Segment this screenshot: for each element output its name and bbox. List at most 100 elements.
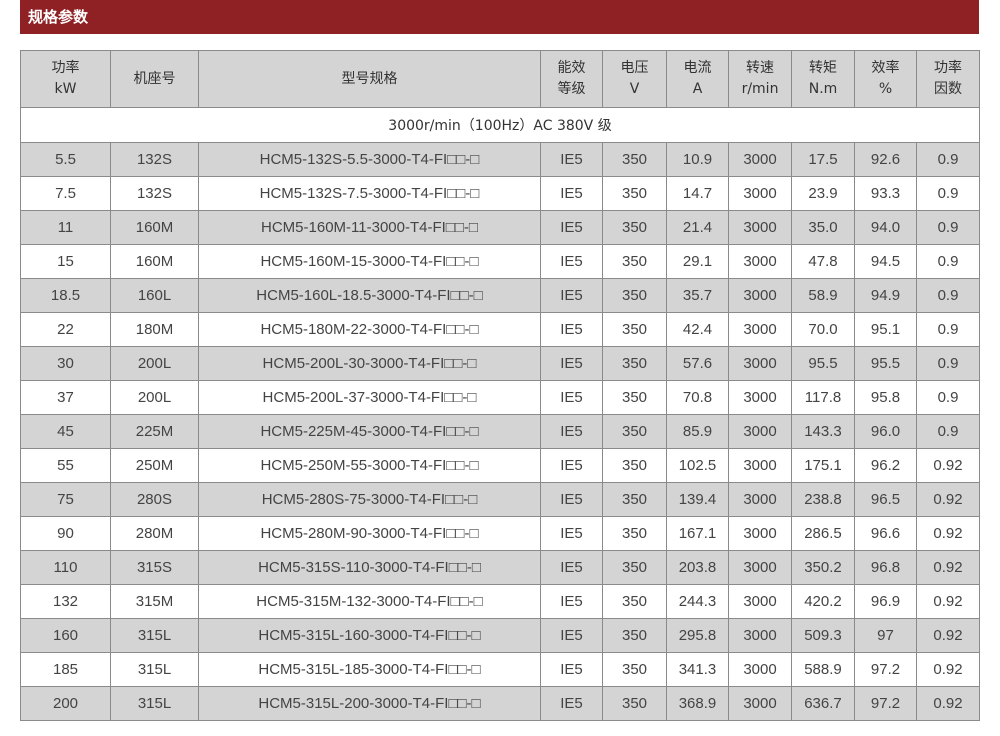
table-cell: 0.92 — [916, 584, 980, 619]
column-header: 能效 等级 — [540, 50, 603, 108]
table-cell: 420.2 — [791, 584, 855, 619]
table-cell: 350 — [602, 278, 667, 313]
table-cell: 250M — [110, 448, 199, 483]
table-cell: 57.6 — [666, 346, 729, 381]
table-cell: 350 — [602, 380, 667, 415]
table-cell: 225M — [110, 414, 199, 449]
table-cell: HCM5-315S-110-3000-T4-FI□□-□ — [198, 550, 541, 585]
table-cell: HCM5-315L-185-3000-T4-FI□□-□ — [198, 652, 541, 687]
header-row: 功率 kW 机座号 型号规格 能效 等级 电压 V 电流 A 转速 r/min 转矩 N.m 效率% 功率 因数 — [20, 50, 980, 108]
table-cell: 160 — [20, 618, 111, 653]
table-cell: IE5 — [540, 516, 603, 551]
table-cell: 93.3 — [854, 176, 917, 211]
table-cell: 45 — [20, 414, 111, 449]
table-cell: 509.3 — [791, 618, 855, 653]
table-row: 7.5 132S HCM5-132S-7.5-3000-T4-FI□□-□ IE5 35… — [20, 176, 980, 211]
table-cell: 280S — [110, 482, 199, 517]
table-cell: HCM5-315M-132-3000-T4-FI□□-□ — [198, 584, 541, 619]
table-row: 185 315L HCM5-315L-185-3000-T4-FI□□-□ IE5 35… — [20, 652, 980, 687]
table-cell: 0.9 — [916, 380, 980, 415]
table-cell: 97.2 — [854, 652, 917, 687]
column-header: 电压 V — [602, 50, 667, 108]
table-cell: 95.1 — [854, 312, 917, 347]
table-cell: 96.5 — [854, 482, 917, 517]
table-cell: 3000 — [728, 516, 792, 551]
table-cell: 3000 — [728, 380, 792, 415]
table-cell: 95.5 — [854, 346, 917, 381]
column-header-line: 型号规格 — [341, 70, 398, 87]
column-header: 效率% — [854, 50, 917, 108]
table-cell: 350 — [602, 618, 667, 653]
column-header-line: 等级 — [557, 81, 586, 97]
table-cell: 3000 — [728, 142, 792, 177]
table-cell: 350 — [602, 550, 667, 585]
table-cell: HCM5-280M-90-3000-T4-FI□□-□ — [198, 516, 541, 551]
table-cell: 132S — [110, 176, 199, 211]
table-cell: 30 — [20, 346, 111, 381]
table-cell: 295.8 — [666, 618, 729, 653]
table-cell: 315L — [110, 652, 199, 687]
table-cell: 95.8 — [854, 380, 917, 415]
table-cell: 3000 — [728, 584, 792, 619]
table-cell: 11 — [20, 210, 111, 245]
table-row: 5.5 132S HCM5-132S-5.5-3000-T4-FI□□-□ IE5 35… — [20, 142, 980, 177]
column-header-line: 转速 — [746, 60, 774, 76]
table-cell: 18.5 — [20, 278, 111, 313]
table-cell: 3000 — [728, 686, 792, 721]
table-cell: 110 — [20, 550, 111, 585]
table-cell: 350 — [602, 312, 667, 347]
table-cell: 3000 — [728, 618, 792, 653]
table-cell: 244.3 — [666, 584, 729, 619]
table-cell: 238.8 — [791, 482, 855, 517]
table-cell: 75 — [20, 482, 111, 517]
table-cell: 350 — [602, 686, 667, 721]
table-cell: 0.92 — [916, 618, 980, 653]
table-cell: 350 — [602, 142, 667, 177]
table-cell: 96.2 — [854, 448, 917, 483]
table-cell: 175.1 — [791, 448, 855, 483]
table-cell: 350 — [602, 210, 667, 245]
table-cell: 97 — [854, 618, 917, 653]
table-cell: 3000 — [728, 278, 792, 313]
table-row: 110 315S HCM5-315S-110-3000-T4-FI□□-□ IE5 35… — [20, 550, 980, 585]
table-cell: HCM5-132S-7.5-3000-T4-FI□□-□ — [198, 176, 541, 211]
table-cell: 3000 — [728, 652, 792, 687]
table-cell: 94.9 — [854, 278, 917, 313]
table-row: 11 160M HCM5-160M-11-3000-T4-FI□□-□ IE5 350 2… — [20, 210, 980, 245]
table-cell: 14.7 — [666, 176, 729, 211]
table-cell: 3000 — [728, 346, 792, 381]
table-cell: 200L — [110, 346, 199, 381]
column-header-line: 效率 — [871, 60, 900, 76]
table-cell: IE5 — [540, 210, 603, 245]
table-cell: 0.92 — [916, 652, 980, 687]
table-cell: 350 — [602, 652, 667, 687]
table-cell: 58.9 — [791, 278, 855, 313]
table-cell: 0.9 — [916, 312, 980, 347]
table-cell: HCM5-132S-5.5-3000-T4-FI□□-□ — [198, 142, 541, 177]
table-cell: 350 — [602, 244, 667, 279]
table-cell: 3000 — [728, 482, 792, 517]
table-cell: 315L — [110, 686, 199, 721]
table-cell: 315S — [110, 550, 199, 585]
column-header: 型号规格 — [198, 50, 541, 108]
table-cell: 0.9 — [916, 414, 980, 449]
table-cell: 96.6 — [854, 516, 917, 551]
table-cell: 350 — [602, 584, 667, 619]
table-cell: IE5 — [540, 618, 603, 653]
table-cell: 0.9 — [916, 176, 980, 211]
table-cell: 315M — [110, 584, 199, 619]
table-row: 30 200L HCM5-200L-30-3000-T4-FI□□-□ IE5 350 5… — [20, 346, 980, 381]
column-header-line: % — [878, 81, 893, 97]
table-cell: IE5 — [540, 550, 603, 585]
table-cell: 3000 — [728, 244, 792, 279]
table-cell: 35.0 — [791, 210, 855, 245]
column-header: 电流 A — [666, 50, 729, 108]
column-header-line: 因数 — [934, 81, 962, 97]
table-cell: HCM5-160M-11-3000-T4-FI□□-□ — [198, 210, 541, 245]
table-cell: 3000 — [728, 448, 792, 483]
table-cell: 143.3 — [791, 414, 855, 449]
section-title: 规格参数 — [20, 0, 979, 34]
table-cell: 42.4 — [666, 312, 729, 347]
table-cell: 0.92 — [916, 686, 980, 721]
table-cell: 350 — [602, 482, 667, 517]
